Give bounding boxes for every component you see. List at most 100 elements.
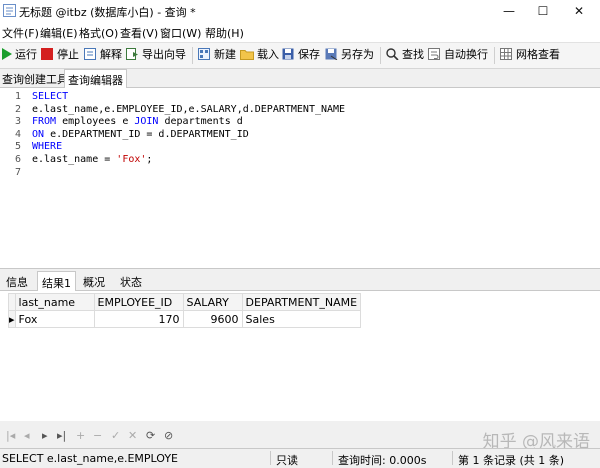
sql-editor[interactable]: 1 SELECT 2 e.last_name,e.EMPLOYEE_ID,e.SALA…: [0, 88, 600, 269]
code-text[interactable]: FROM employees e JOIN departments d: [32, 116, 243, 128]
line-number: 7: [14, 166, 21, 178]
export-icon: [126, 48, 138, 60]
apply-changes-icon[interactable]: ✓: [111, 429, 120, 442]
export-wizard-button[interactable]: 导出向导: [126, 47, 186, 63]
first-record-icon[interactable]: |◂: [6, 429, 15, 442]
code-line[interactable]: 1 SELECT: [0, 91, 600, 103]
column-header[interactable]: EMPLOYEE_ID: [93, 293, 184, 311]
status-bar: SELECT e.last_name,e.EMPLOYE 只读 查询时间: 0.…: [0, 448, 600, 467]
load-label: 载入: [257, 48, 279, 61]
discard-changes-icon[interactable]: ✕: [128, 429, 137, 442]
tab-overview[interactable]: 概况: [83, 274, 105, 290]
explain-label: 解释: [100, 48, 122, 61]
save-button[interactable]: 保存: [282, 47, 320, 63]
toolbar-divider: [192, 47, 193, 64]
find-button[interactable]: 查找: [386, 47, 424, 63]
code-text[interactable]: e.last_name = 'Fox';: [32, 154, 152, 166]
tab-query-editor[interactable]: 查询编辑器: [64, 69, 127, 89]
toolbar: 运行 停止 解释 导出向导 新建 载入 保存 另存为 查找 自动换行 网格查看: [0, 43, 600, 69]
code-line[interactable]: 2 e.last_name,e.EMPLOYEE_ID,e.SALARY,d.DE…: [0, 104, 600, 116]
table-cell[interactable]: Fox: [14, 310, 95, 328]
line-number: 1: [14, 91, 21, 102]
line-number: 5: [14, 141, 21, 153]
stop-load-icon[interactable]: ⊘: [164, 429, 173, 442]
column-header[interactable]: SALARY: [182, 293, 243, 311]
grid-view-button[interactable]: 网格查看: [500, 47, 560, 63]
code-text[interactable]: WHERE: [32, 141, 62, 153]
tab-result-1[interactable]: 结果1: [37, 271, 76, 293]
word-wrap-label: 自动换行: [444, 48, 488, 61]
next-record-icon[interactable]: ▸: [42, 429, 48, 442]
sql-keyword: FROM: [32, 116, 57, 128]
table-cell[interactable]: Sales: [241, 310, 362, 328]
sql-token: departments d: [158, 116, 243, 128]
code-line[interactable]: 3 FROM employees e JOIN departments d: [0, 116, 600, 128]
status-divider: [270, 451, 271, 465]
toolbar-divider: [494, 47, 495, 64]
stop-button[interactable]: 停止: [41, 47, 79, 63]
sql-token: e.last_name,e.EMPLOYEE_ID,e.SALARY,d.DEP…: [32, 103, 346, 115]
find-label: 查找: [402, 48, 424, 61]
column-header[interactable]: DEPARTMENT_NAME: [241, 293, 362, 311]
sql-token: ;: [146, 154, 153, 165]
save-as-icon: [325, 48, 338, 60]
line-number: 6: [14, 154, 21, 165]
run-button[interactable]: 运行: [2, 47, 37, 63]
sql-keyword: SELECT: [32, 91, 69, 102]
tab-info[interactable]: 信息: [6, 274, 28, 290]
new-query-icon: [198, 48, 210, 60]
title-bar: 无标题 @itbz (数据库小白) - 查询 * — ☐ ✕: [0, 0, 600, 22]
menu-edit[interactable]: 编辑(E): [40, 25, 78, 41]
row-selector[interactable]: ▸: [8, 310, 16, 328]
tab-query-builder[interactable]: 查询创建工具: [2, 71, 68, 87]
stop-label: 停止: [57, 48, 79, 61]
new-button[interactable]: 新建: [198, 47, 236, 63]
tab-status[interactable]: 状态: [120, 274, 142, 290]
line-number: 2: [14, 103, 21, 115]
save-as-button[interactable]: 另存为: [325, 47, 374, 63]
sql-token: e.DEPARTMENT_ID = d.DEPARTMENT_ID: [44, 128, 249, 140]
delete-record-icon[interactable]: −: [93, 429, 102, 442]
app-icon: [3, 4, 16, 17]
status-sql: SELECT e.last_name,e.EMPLOYE: [2, 452, 179, 465]
maximize-button[interactable]: ☐: [526, 0, 560, 22]
refresh-icon[interactable]: ⟳: [146, 429, 155, 442]
code-line[interactable]: 4 ON e.DEPARTMENT_ID = d.DEPARTMENT_ID: [0, 129, 600, 141]
table-row[interactable]: ▸ Fox 170 9600 Sales: [8, 310, 362, 328]
menu-view[interactable]: 查看(V): [120, 25, 158, 41]
run-label: 运行: [15, 48, 37, 61]
new-label: 新建: [214, 48, 236, 61]
table-cell[interactable]: 170: [93, 310, 184, 328]
grid-view-label: 网格查看: [516, 48, 560, 61]
export-wizard-label: 导出向导: [142, 48, 186, 61]
last-record-icon[interactable]: ▸|: [57, 429, 66, 442]
result-grid: last_name EMPLOYEE_ID SALARY DEPARTMENT_…: [0, 291, 600, 421]
menu-format[interactable]: 格式(O): [79, 25, 118, 41]
code-text[interactable]: SELECT: [32, 91, 68, 103]
status-divider: [452, 451, 453, 465]
line-number: 4: [14, 128, 21, 140]
play-icon: [2, 48, 12, 60]
wrap-icon: [428, 48, 440, 60]
code-line[interactable]: 5 WHERE: [0, 141, 600, 153]
word-wrap-button[interactable]: 自动换行: [428, 47, 488, 63]
load-button[interactable]: 载入: [240, 47, 279, 63]
explain-button[interactable]: 解释: [84, 47, 122, 63]
menu-file[interactable]: 文件(F): [2, 25, 39, 41]
menu-window[interactable]: 窗口(W): [160, 25, 201, 41]
add-record-icon[interactable]: +: [76, 429, 85, 442]
column-header[interactable]: last_name: [14, 293, 95, 311]
code-line[interactable]: 7: [0, 167, 600, 179]
code-text[interactable]: ON e.DEPARTMENT_ID = d.DEPARTMENT_ID: [32, 129, 249, 141]
search-icon: [386, 48, 399, 60]
close-button[interactable]: ✕: [562, 0, 596, 22]
minimize-button[interactable]: —: [492, 0, 526, 22]
code-line[interactable]: 6 e.last_name = 'Fox';: [0, 154, 600, 166]
save-as-label: 另存为: [341, 48, 374, 61]
table-cell[interactable]: 9600: [182, 310, 243, 328]
line-number: 3: [14, 116, 21, 128]
menu-help[interactable]: 帮助(H): [205, 25, 244, 41]
sql-keyword: WHERE: [32, 141, 63, 153]
previous-record-icon[interactable]: ◂: [24, 429, 30, 442]
code-text[interactable]: e.last_name,e.EMPLOYEE_ID,e.SALARY,d.DEP…: [32, 104, 345, 116]
